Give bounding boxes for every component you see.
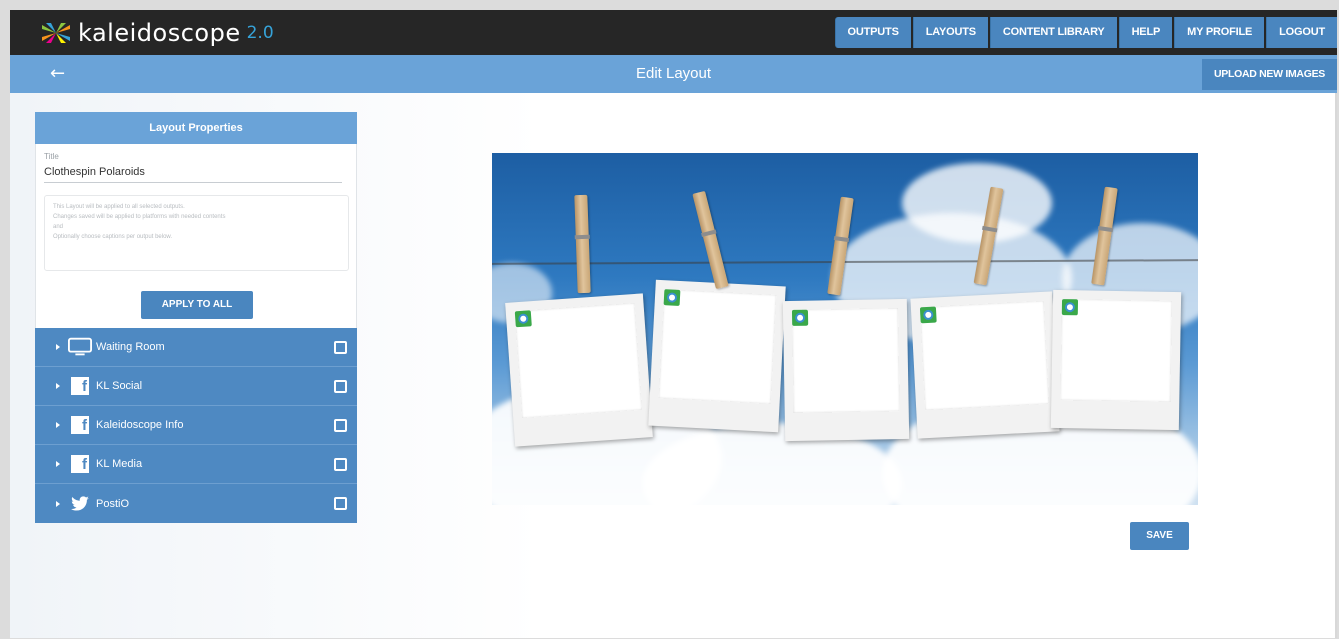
output-checkbox[interactable] [334, 458, 347, 471]
description-line: Changes saved will be applied to platfor… [53, 214, 226, 220]
polaroid-frame-3[interactable] [782, 298, 910, 442]
output-checkbox[interactable] [334, 419, 347, 432]
nav-help[interactable]: HELP [1118, 17, 1173, 48]
output-item-kl-social[interactable]: f KL Social [35, 367, 357, 406]
output-label: Kaleidoscope Info [96, 419, 184, 431]
page-title: Edit Layout [635, 65, 712, 82]
layout-canvas-image[interactable] [492, 153, 1198, 505]
nav-my-profile[interactable]: MY PROFILE [1174, 17, 1265, 48]
output-label: PostiO [96, 497, 130, 510]
kaleidoscope-badge-icon [663, 289, 681, 306]
clothespin [692, 190, 729, 290]
kaleidoscope-badge-icon [1061, 299, 1079, 316]
polaroid-frame-2[interactable] [648, 279, 786, 433]
nav-content-library[interactable]: CONTENT LIBRARY [989, 17, 1117, 48]
main-nav: OUTPUTS LAYOUTS CONTENT LIBRARY HELP MY … [833, 17, 1337, 48]
scrollbar-edge [1335, 93, 1337, 638]
output-checkbox[interactable] [334, 341, 347, 354]
caret-right-icon[interactable] [56, 383, 60, 389]
caret-right-icon[interactable] [56, 461, 60, 467]
output-item-kl-media[interactable]: f KL Media [35, 445, 357, 484]
output-label: KL Media [96, 458, 143, 470]
page-header: ← Edit Layout UPLOAD NEW IMAGES [10, 55, 1337, 93]
kaleidoscope-badge-icon [514, 310, 532, 328]
brand-name: kaleidoscope [78, 18, 241, 47]
title-label: Title [44, 152, 59, 161]
output-label: Waiting Room [96, 341, 165, 353]
description-line: and [53, 224, 64, 230]
output-checkbox[interactable] [334, 380, 347, 393]
output-item-waiting-room[interactable]: Waiting Room [35, 328, 357, 367]
polaroid-frame-5[interactable] [1050, 289, 1182, 431]
facebook-icon: f [68, 376, 92, 396]
apply-to-all-button[interactable]: APPLY TO ALL [141, 291, 253, 319]
layout-properties-panel: Layout Properties Title This Layout will… [35, 112, 357, 523]
brand-version: 2.0 [246, 22, 274, 43]
description-box[interactable]: This Layout will be applied to all selec… [44, 195, 349, 271]
description-line: Optionally choose captions per output be… [53, 234, 173, 240]
monitor-icon [68, 337, 92, 357]
facebook-icon: f [68, 454, 92, 474]
output-item-kaleidoscope-info[interactable]: f Kaleidoscope Info [35, 406, 357, 445]
panel-body: Title This Layout will be applied to all… [35, 144, 357, 328]
nav-layouts[interactable]: LAYOUTS [912, 17, 988, 48]
nav-logout[interactable]: LOGOUT [1266, 17, 1337, 48]
clothespin [574, 194, 591, 294]
caret-right-icon[interactable] [56, 344, 60, 350]
upload-new-images-button[interactable]: UPLOAD NEW IMAGES [1202, 59, 1337, 90]
photo-slot[interactable] [514, 302, 642, 419]
caret-right-icon[interactable] [56, 422, 60, 428]
top-bar: kaleidoscope 2.0 OUTPUTS LAYOUTS CONTENT… [10, 10, 1337, 55]
facebook-icon: f [68, 415, 92, 435]
kaleidoscope-logo-icon [42, 22, 70, 43]
twitter-icon [68, 494, 92, 514]
caret-right-icon[interactable] [56, 500, 60, 507]
output-checkbox[interactable] [334, 497, 347, 510]
polaroid-frame-1[interactable] [505, 293, 653, 447]
kaleidoscope-badge-icon [919, 306, 937, 324]
photo-slot[interactable] [919, 300, 1050, 411]
app-window: kaleidoscope 2.0 OUTPUTS LAYOUTS CONTENT… [10, 10, 1337, 638]
description-line: This Layout will be applied to all selec… [53, 204, 185, 210]
polaroid-frame-4[interactable] [910, 291, 1060, 439]
panel-header: Layout Properties [35, 112, 357, 144]
photo-slot[interactable] [658, 289, 777, 404]
main-content: Layout Properties Title This Layout will… [10, 93, 1337, 638]
title-field[interactable] [44, 161, 342, 183]
output-item-postio[interactable]: PostiO [35, 484, 357, 523]
output-label: KL Social [96, 380, 143, 392]
brand-logo[interactable]: kaleidoscope 2.0 [40, 19, 274, 47]
output-list: Waiting Room f KL Social f Kaleidoscope … [35, 328, 357, 523]
nav-outputs[interactable]: OUTPUTS [834, 17, 911, 48]
save-button[interactable]: SAVE [1130, 522, 1189, 550]
kaleidoscope-badge-icon [791, 309, 809, 326]
